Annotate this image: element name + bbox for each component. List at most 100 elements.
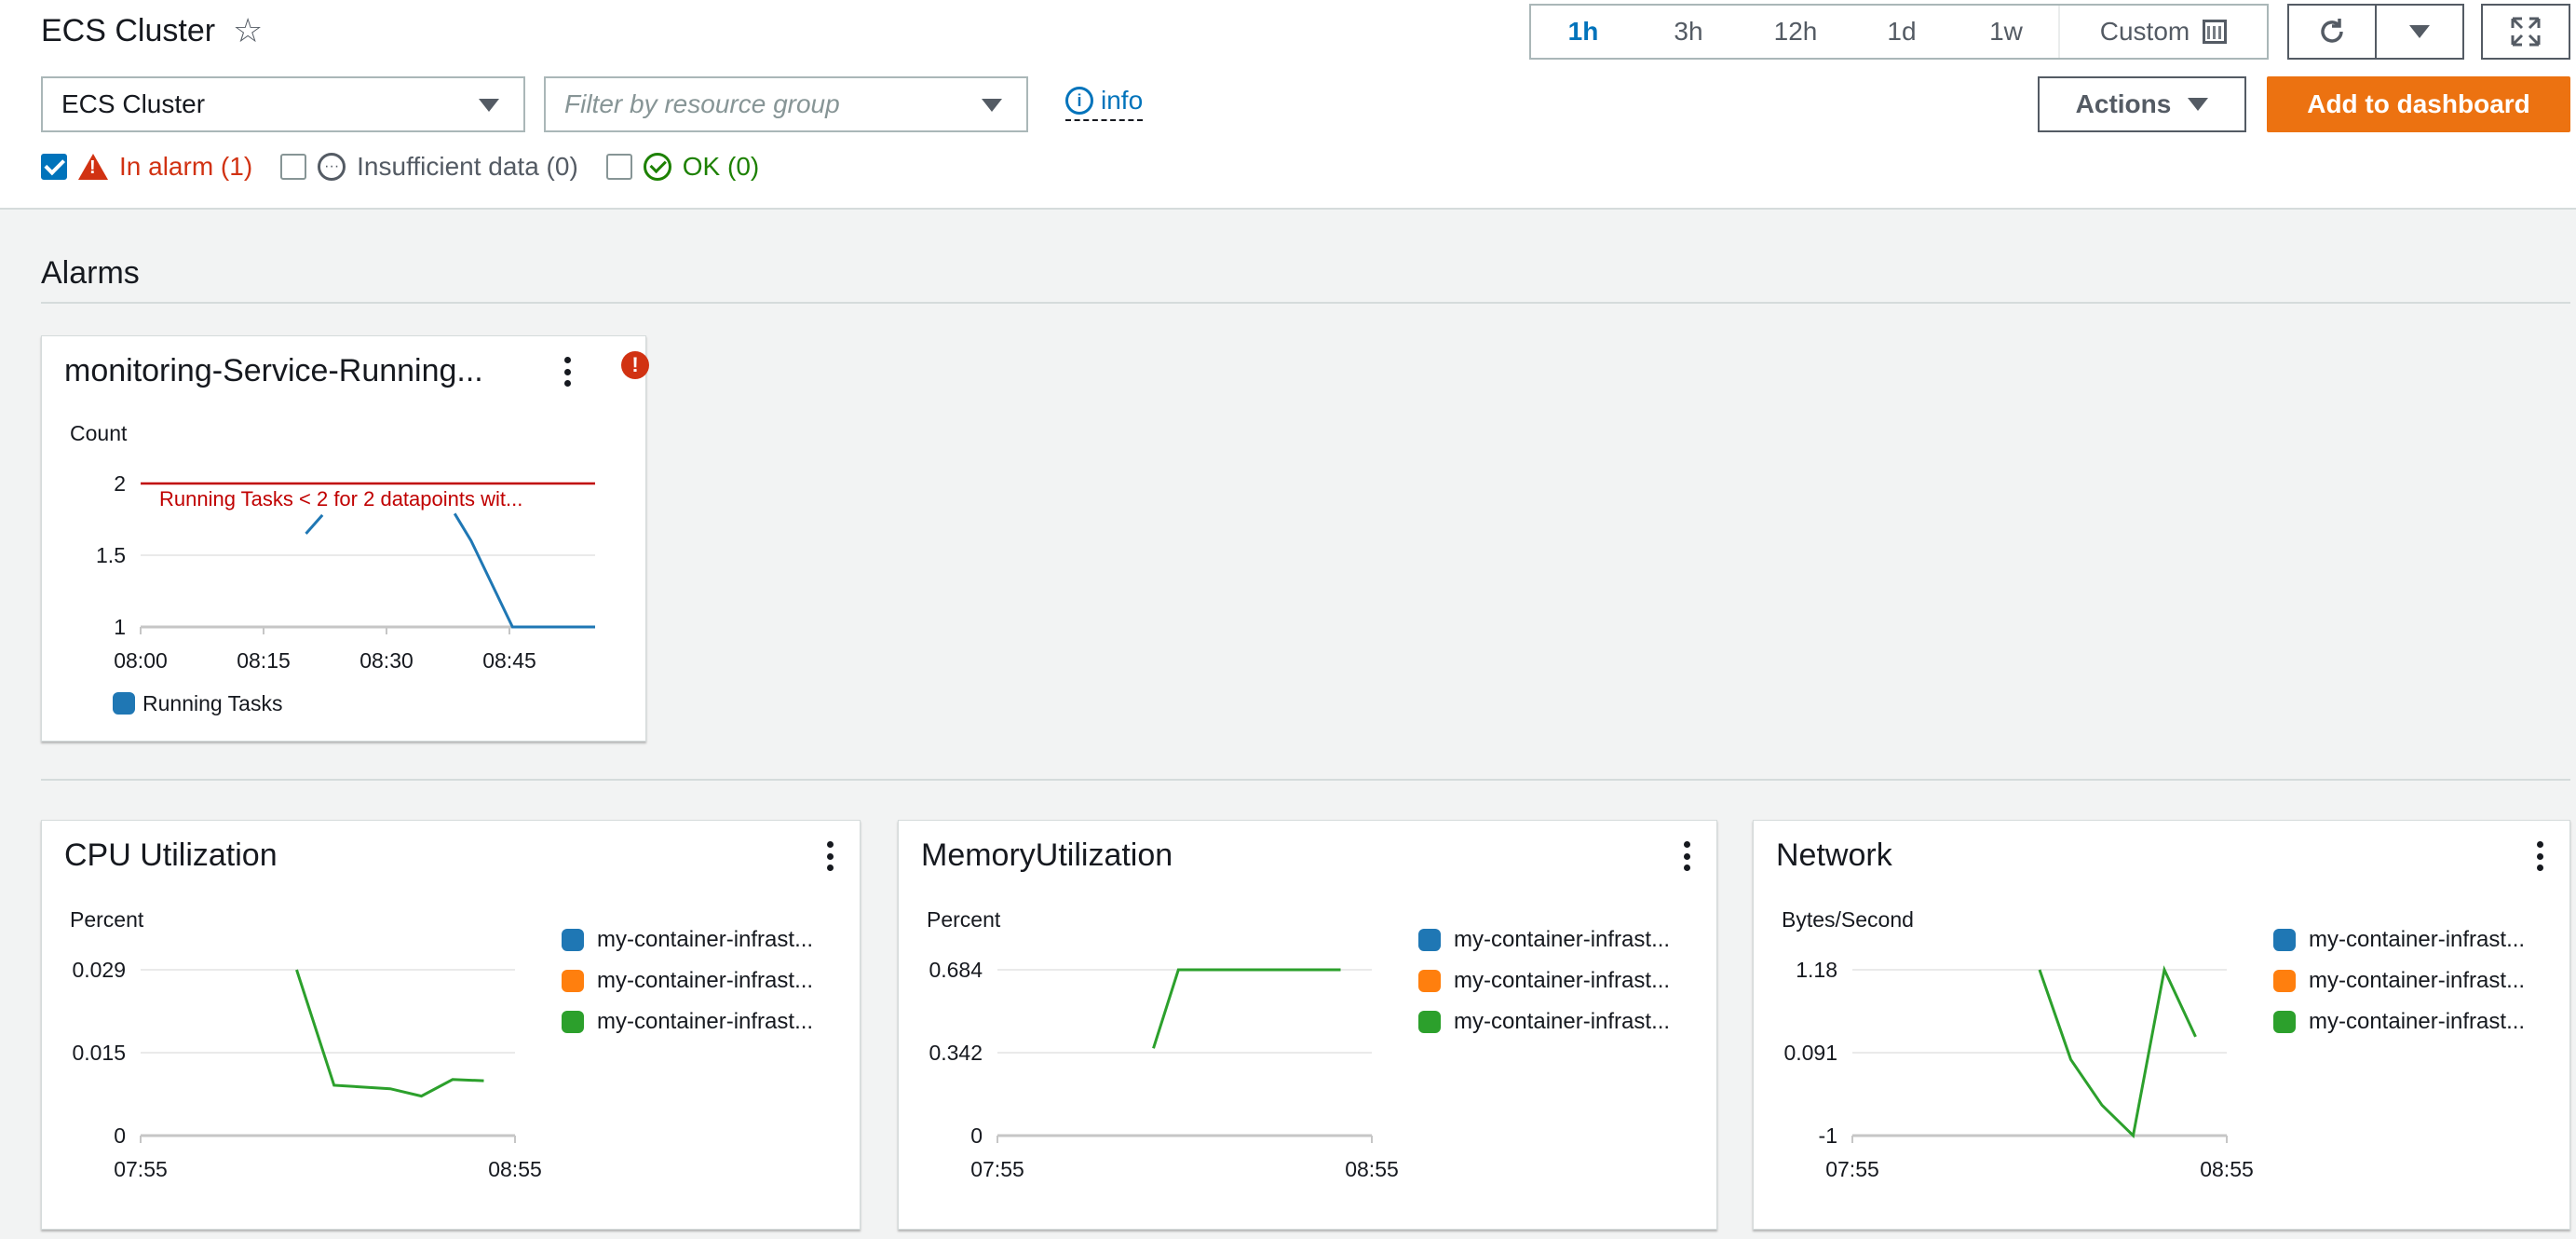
legend-item[interactable]: my-container-infrast... — [2273, 919, 2525, 960]
cpu-utilization-widget: CPU Utilization Percent 0.029 0.015 0 07:55 0… — [41, 820, 861, 1230]
time-range-selector: 1h 3h 12h 1d 1w Custom — [1529, 4, 2269, 60]
chart-legend: my-container-infrast... my-container-infr… — [2273, 919, 2525, 1042]
legend-swatch — [2273, 970, 2296, 992]
legend-swatch — [2273, 929, 2296, 951]
y-tick-label: 0.684 — [929, 958, 983, 982]
actions-label: Actions — [2075, 89, 2172, 118]
x-tick-label: 07:55 — [114, 1157, 168, 1181]
alarm-widget: monitoring-Service-Running... ! Count 2 1.… — [41, 335, 649, 742]
legend-item[interactable]: my-container-infrast... — [2273, 960, 2525, 1001]
fullscreen-button[interactable] — [2481, 4, 2570, 60]
more-options-icon[interactable] — [1681, 841, 1692, 871]
info-link[interactable]: i info — [1065, 86, 1144, 121]
filter-in-alarm: In alarm (1) — [41, 152, 252, 182]
legend-label: my-container-infrast... — [597, 1009, 814, 1034]
time-range-12h[interactable]: 12h — [1742, 6, 1850, 58]
y-tick-label: -1 — [1819, 1123, 1837, 1148]
y-tick-label: 0.342 — [929, 1041, 983, 1065]
threshold-label: Running Tasks < 2 for 2 datapoints wit..… — [159, 487, 522, 511]
resource-group-filter[interactable]: Filter by resource group — [544, 76, 1028, 132]
x-tick-label: 08:30 — [359, 648, 414, 673]
add-to-dashboard-button[interactable]: Add to dashboard — [2267, 76, 2570, 132]
favorite-star-icon[interactable]: ☆ — [233, 11, 263, 50]
running-tasks-chart: Count 2 1.5 1 08:00 08:15 08:30 08:45 Running Ta… — [70, 421, 595, 715]
expand-icon — [2511, 17, 2541, 47]
legend-label: Running Tasks — [142, 691, 282, 715]
legend-label: my-container-infrast... — [2309, 927, 2526, 952]
legend-label: my-container-infrast... — [2309, 968, 2526, 993]
page-title: ECS Cluster — [41, 13, 216, 48]
refresh-icon — [2321, 19, 2343, 43]
legend-item[interactable]: my-container-infrast... — [562, 919, 813, 960]
y-axis-label: Percent — [70, 907, 144, 932]
refresh-options-dropdown[interactable] — [2377, 6, 2462, 58]
in-alarm-label: In alarm (1) — [119, 152, 253, 181]
legend-item[interactable]: my-container-infrast... — [1418, 1001, 1670, 1042]
time-range-1h[interactable]: 1h — [1531, 6, 1635, 58]
legend-swatch — [562, 929, 584, 951]
y-tick-label: 0 — [114, 1123, 126, 1148]
ok-label: OK (0) — [682, 152, 760, 181]
y-axis-label: Bytes/Second — [1782, 907, 1914, 932]
x-tick-label: 07:55 — [970, 1157, 1024, 1181]
more-options-icon[interactable] — [2534, 841, 2545, 871]
series-line — [1152, 968, 1341, 1049]
y-tick-label: 1 — [114, 615, 126, 639]
series-line — [295, 969, 484, 1098]
x-tick-label: 08:00 — [114, 648, 168, 673]
info-icon: i — [1065, 87, 1093, 115]
legend-swatch — [1418, 970, 1441, 992]
legend-swatch — [1418, 929, 1441, 951]
caret-down-icon — [479, 99, 499, 112]
info-label: info — [1101, 86, 1144, 115]
memory-utilization-widget: MemoryUtilization Percent 0.684 0.342 0 07:5… — [898, 820, 1717, 1230]
service-select-value: ECS Cluster — [61, 89, 206, 118]
y-tick-label: 0 — [970, 1123, 983, 1148]
section-divider — [41, 302, 2570, 304]
time-range-1w[interactable]: 1w — [1954, 6, 2058, 58]
refresh-button[interactable] — [2289, 6, 2377, 58]
in-alarm-checkbox[interactable] — [41, 154, 67, 180]
y-tick-label: 0.015 — [72, 1041, 126, 1065]
time-range-3h[interactable]: 3h — [1635, 6, 1742, 58]
memory-utilization-chart: Percent 0.684 0.342 0 07:55 08:55 — [927, 907, 1399, 1181]
time-range-custom[interactable]: Custom — [2058, 6, 2267, 58]
insufficient-data-label: Insufficient data (0) — [357, 152, 578, 181]
legend-label: my-container-infrast... — [2309, 1009, 2526, 1034]
legend-swatch — [1418, 1011, 1441, 1033]
caret-down-icon — [982, 99, 1002, 112]
network-chart: Bytes/Second 1.18 0.091 -1 07:55 08:55 — [1782, 907, 2254, 1181]
y-tick-label: 0.029 — [72, 958, 126, 982]
warning-icon — [78, 154, 108, 180]
series-line — [305, 513, 324, 535]
time-range-1d[interactable]: 1d — [1850, 6, 1954, 58]
chart-legend: my-container-infrast... my-container-infr… — [1418, 919, 1670, 1042]
legend-item[interactable]: my-container-infrast... — [1418, 960, 1670, 1001]
legend-swatch — [113, 692, 135, 715]
ok-checkbox[interactable] — [605, 154, 632, 180]
network-widget: Network Bytes/Second 1.18 0.091 -1 07:55 08:5… — [1753, 820, 2570, 1230]
legend-label: my-container-infrast... — [597, 927, 814, 952]
alarm-state-filters: In alarm (1) ··· Insufficient data (0) O… — [41, 152, 787, 182]
service-select[interactable]: ECS Cluster — [41, 76, 525, 132]
calendar-icon — [2203, 20, 2228, 44]
y-tick-label: 1.5 — [96, 543, 126, 567]
custom-label: Custom — [2099, 17, 2190, 46]
y-tick-label: 1.18 — [1796, 958, 1837, 982]
check-circle-icon — [643, 153, 671, 181]
legend-item[interactable]: my-container-infrast... — [1418, 919, 1670, 960]
legend-swatch — [562, 1011, 584, 1033]
insufficient-data-checkbox[interactable] — [280, 154, 307, 180]
more-options-icon[interactable] — [824, 841, 835, 871]
legend-item[interactable]: my-container-infrast... — [2273, 1001, 2525, 1042]
legend-item[interactable]: my-container-infrast... — [562, 1001, 813, 1042]
legend-label: my-container-infrast... — [1454, 927, 1671, 952]
caret-down-icon — [2188, 98, 2209, 111]
legend-swatch — [562, 970, 584, 992]
legend-item[interactable]: my-container-infrast... — [562, 960, 813, 1001]
filter-ok: OK (0) — [605, 152, 760, 182]
legend-swatch — [2273, 1011, 2296, 1033]
x-tick-label: 08:55 — [488, 1157, 542, 1181]
caret-down-icon — [2409, 25, 2430, 38]
actions-button[interactable]: Actions — [2038, 76, 2246, 132]
